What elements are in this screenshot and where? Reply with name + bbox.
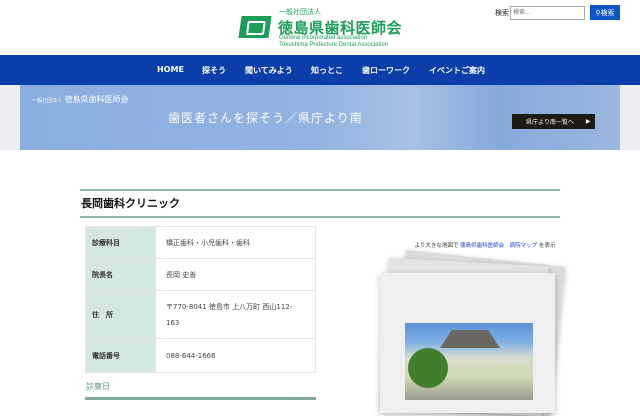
search-button-label: 検索 — [600, 9, 615, 17]
search-button[interactable]: ⚲ 検索 — [590, 5, 620, 20]
row-value: 長岡 史善 — [155, 258, 316, 291]
map-note-suffix: を表示 — [538, 243, 556, 249]
map-note-prefix: より大きな地図で — [414, 243, 459, 249]
banner-org-name: 徳島県歯科医師会 — [64, 95, 129, 104]
nav-events[interactable]: イベントご案内 — [429, 65, 485, 76]
list-south-button[interactable]: 県庁より南一覧へ ▶ — [512, 114, 595, 129]
org-en-2: Tokushima Prefecture Dental Association — [279, 42, 389, 48]
row-label: 院長名 — [85, 258, 156, 291]
map-note: より大きな地図で 徳島県歯科医師会 病院マップ を表示 — [395, 241, 575, 249]
row-label: 診療科目 — [85, 226, 156, 259]
nav-ask[interactable]: 聞いてみよう — [245, 65, 293, 76]
banner-margin — [0, 85, 20, 150]
table-row: 診療科目 矯正歯科・小児歯科・歯科 — [85, 226, 316, 259]
divider — [80, 216, 560, 218]
nav-home[interactable]: HOME — [157, 65, 184, 74]
banner-org-prefix: 一般社団法人 — [32, 98, 63, 104]
nav-search[interactable]: 探そう — [202, 65, 226, 76]
days-label: 診察日 — [86, 382, 110, 391]
clinic-info-table: 診療科目 矯正歯科・小児歯科・歯科 院長名 長岡 史善 住 所〒770-8041 徳… — [85, 226, 316, 373]
row-label: 電話番号 — [85, 338, 156, 373]
table-row: 電話番号 088-644-1666 — [85, 338, 316, 373]
divider — [80, 189, 560, 191]
banner-org: 一般社団法人 徳島県歯科医師会 — [32, 94, 129, 105]
logo-icon[interactable] — [238, 16, 272, 38]
nav-work[interactable]: 歯ローワーク — [362, 65, 410, 76]
org-prefix: 一般社団法人 — [279, 8, 321, 16]
table-row: 院長名 長岡 史善 — [85, 258, 316, 291]
list-south-label: 県庁より南一覧へ — [526, 119, 574, 126]
main-nav: HOME 探そう 聞いてみよう 知っとこ 歯ローワーク イベントご案内 f — [0, 55, 640, 131]
hero-banner: 一般社団法人 徳島県歯科医師会 歯医者さんを探そう／県庁より南 県庁より南一覧へ… — [20, 85, 620, 150]
search-label: 検索 — [495, 9, 509, 17]
row-value: 〒770-8041 徳島市 上八万町 西山112-163 — [155, 290, 316, 339]
table-row: 住 所〒770-8041 徳島市 上八万町 西山112-163 — [85, 290, 316, 339]
clinic-name: 長岡歯科クリニック — [81, 197, 180, 210]
clinic-photo-tree — [408, 348, 448, 388]
map-link[interactable]: 徳島県歯科医師会 病院マップ — [460, 243, 537, 249]
org-en-1: General incorporated association — [279, 35, 368, 41]
nav-know[interactable]: 知っとこ — [311, 65, 343, 76]
row-value: 088-644-1666 — [155, 338, 316, 373]
row-label: 住 所 — [85, 290, 156, 339]
search-input[interactable] — [510, 6, 585, 20]
row-value: 矯正歯科・小児歯科・歯科 — [155, 226, 316, 259]
arrow-right-icon: ▶ — [585, 118, 591, 125]
banner-title: 歯医者さんを探そう／県庁より南 — [168, 111, 363, 125]
banner-margin — [620, 85, 640, 150]
